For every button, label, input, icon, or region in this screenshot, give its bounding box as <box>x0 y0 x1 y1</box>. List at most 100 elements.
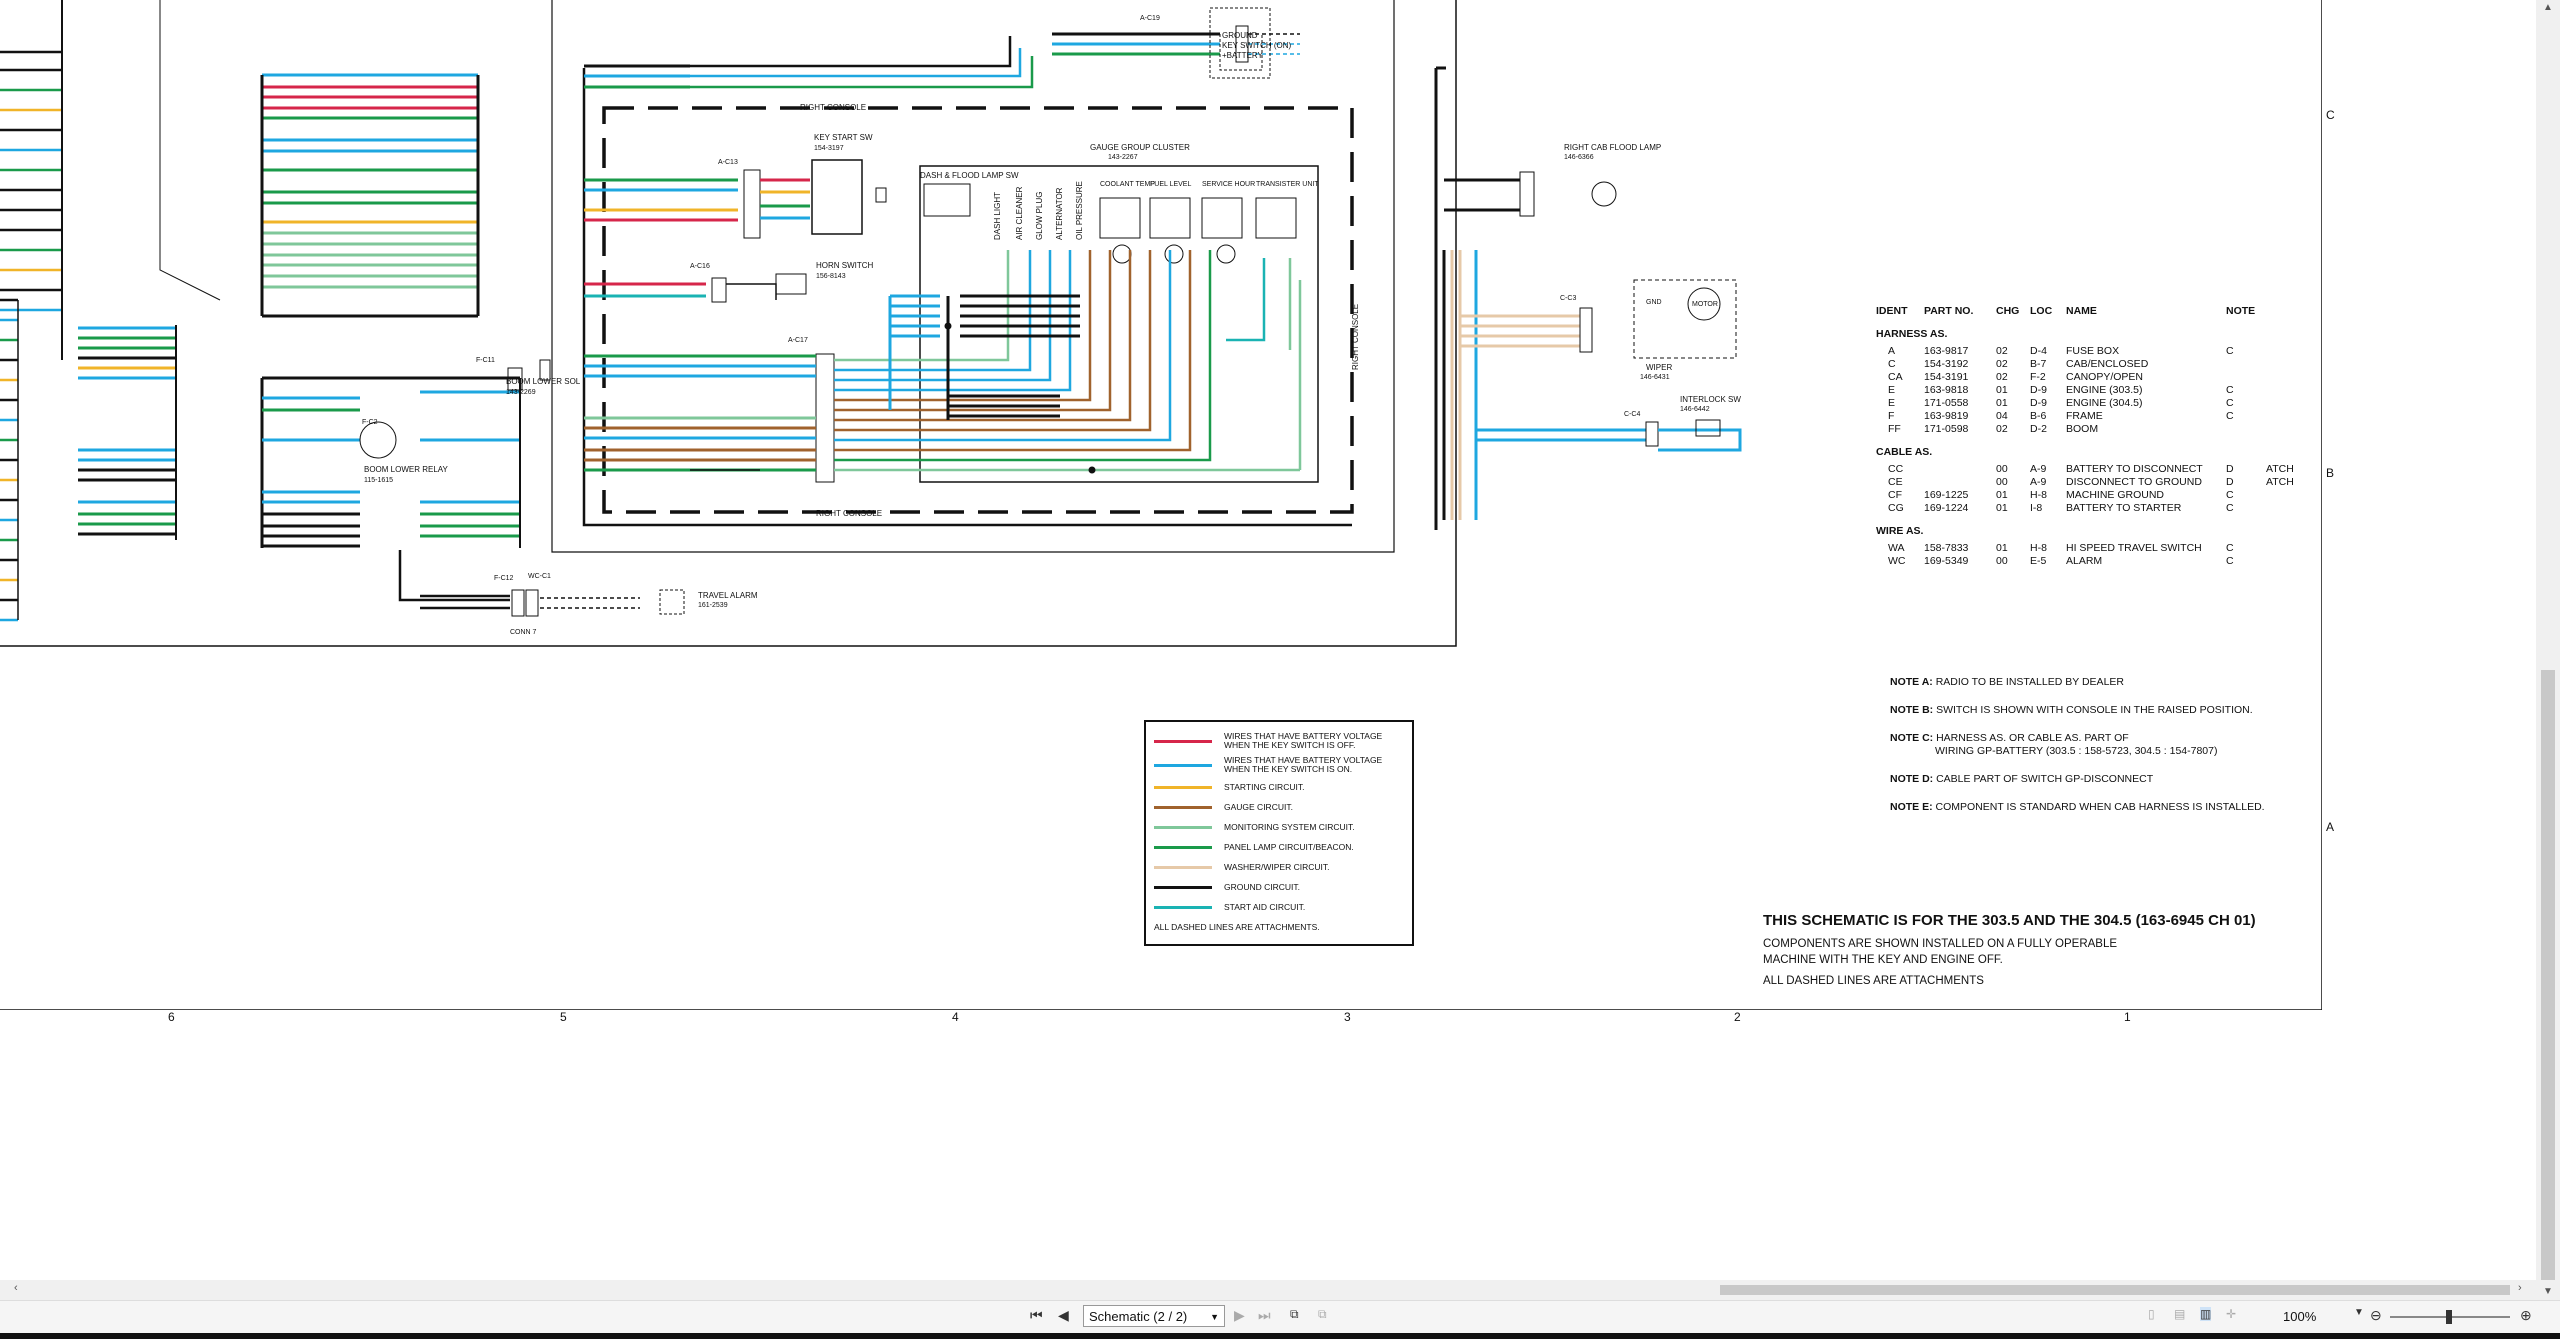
info-cell-loc: A-9 <box>2030 463 2047 475</box>
scroll-right-icon[interactable]: › <box>2518 1282 2522 1294</box>
legend-text: WIRES THAT HAVE BATTERY VOLTAGE WHEN THE … <box>1224 756 1382 774</box>
page-select-value: Schematic (2 / 2) <box>1089 1309 1188 1324</box>
right-console-label: RIGHT CONSOLE <box>800 103 866 112</box>
info-row: FF 171-0598 02 D-2 BOOM <box>1876 423 2316 436</box>
note-text: SWITCH IS SHOWN WITH CONSOLE IN THE RAIS… <box>1936 704 2253 716</box>
component-label: GROUND <box>1222 31 1258 40</box>
info-cell-loc: D-9 <box>2030 397 2047 409</box>
info-cell-note: C <box>2226 345 2234 357</box>
gauge-indicator-label: AIR CLEANER <box>1015 186 1024 240</box>
gauge-dial <box>1164 244 1184 264</box>
part-number: 161-2539 <box>698 602 728 609</box>
scroll-up-icon[interactable]: ▲ <box>2543 2 2553 13</box>
component-label: RIGHT CAB FLOOD LAMP <box>1564 143 1661 152</box>
info-cell-loc: B-7 <box>2030 358 2047 370</box>
gauge-box-label: FUEL LEVEL <box>1150 181 1191 188</box>
vertical-scroll-thumb[interactable] <box>2541 670 2555 1280</box>
column-number: 6 <box>168 1010 175 1024</box>
connector-label: A-C17 <box>788 337 808 344</box>
info-cell-chg: 02 <box>1996 371 2008 383</box>
legend-row: GAUGE CIRCUIT. <box>1154 800 1404 814</box>
zoom-level[interactable]: 100% <box>2283 1309 2316 1324</box>
note-text: RADIO TO BE INSTALLED BY DEALER <box>1935 676 2124 688</box>
f-c12-connector <box>511 589 525 617</box>
scroll-left-icon[interactable]: ‹ <box>14 1282 18 1294</box>
single-page-view-icon[interactable]: ▯ <box>2148 1307 2155 1321</box>
wire <box>690 56 1034 89</box>
info-cell-chg: 02 <box>1996 345 2008 357</box>
service-hour-dial <box>1216 244 1236 264</box>
legend-text: WIRES THAT HAVE BATTERY VOLTAGE WHEN THE … <box>1224 732 1382 750</box>
component-label: TRAVEL ALARM <box>698 591 758 600</box>
info-cell-ident: CG <box>1888 502 1904 514</box>
connector-label: F-C2 <box>362 419 378 426</box>
last-page-icon[interactable]: ⏭ <box>1258 1307 1271 1324</box>
info-row: CA 154-3191 02 F-2 CANOPY/OPEN <box>1876 371 2316 384</box>
info-cell-chg: 04 <box>1996 410 2008 422</box>
page-select[interactable]: Schematic (2 / 2) ▼ <box>1083 1305 1225 1327</box>
legend-swatch <box>1154 865 1212 869</box>
fit-page-icon[interactable]: ✛ <box>2226 1307 2236 1321</box>
zoom-slider-knob[interactable] <box>2446 1310 2452 1324</box>
zoom-dropdown-icon[interactable]: ▼ <box>2354 1307 2364 1318</box>
a-c17-connector <box>815 353 835 483</box>
two-page-view-icon[interactable]: ▥ <box>2200 1307 2212 1321</box>
info-cell-chg: 02 <box>1996 358 2008 370</box>
gauge-box <box>1099 197 1141 239</box>
info-cell-ident: CE <box>1888 476 1903 488</box>
info-cell-note: C <box>2226 489 2234 501</box>
horizontal-scroll-thumb[interactable] <box>1720 1285 2510 1295</box>
continuous-view-icon[interactable]: ▤ <box>2174 1307 2185 1321</box>
component-label: GND <box>1646 299 1662 306</box>
part-number: 143-2269 <box>506 389 536 396</box>
connector-label: CONN 7 <box>510 629 537 636</box>
zoom-in-icon[interactable]: ⊕ <box>2520 1307 2532 1324</box>
note-label: NOTE B: <box>1890 704 1934 716</box>
wire-color-legend: WIRES THAT HAVE BATTERY VOLTAGE WHEN THE … <box>1144 720 1414 946</box>
info-cell-name: HI SPEED TRAVEL SWITCH <box>2066 542 2202 554</box>
info-cell-extra: ATCH <box>2266 463 2294 475</box>
component-label: BOOM LOWER RELAY <box>364 465 449 474</box>
next-page-icon[interactable]: ▶ <box>1234 1307 1245 1324</box>
row-letter: A <box>2326 820 2335 834</box>
legend-row: PANEL LAMP CIRCUIT/BEACON. <box>1154 840 1404 854</box>
column-number: 1 <box>2124 1010 2131 1024</box>
note-text: CABLE PART OF SWITCH GP-DISCONNECT <box>1936 773 2154 785</box>
info-row: WA 158-7833 01 H-8 HI SPEED TRAVEL SWITCH C <box>1876 542 2316 555</box>
first-page-icon[interactable]: ⏮ <box>1030 1307 1043 1324</box>
zoom-slider[interactable] <box>2390 1310 2510 1324</box>
info-cell-note: C <box>2226 502 2234 514</box>
info-header-cell: NOTE <box>2226 305 2256 317</box>
legend-swatch <box>1154 785 1212 789</box>
info-header-cell: PART NO. <box>1924 305 1974 317</box>
connector-label: A-C16 <box>690 263 710 270</box>
copy-icon[interactable]: ⧉ <box>1290 1307 1299 1322</box>
component-label: +BATTERY <box>1222 51 1263 60</box>
info-cell-part: 154-3192 <box>1924 358 1969 370</box>
zoom-out-icon[interactable]: ⊖ <box>2370 1307 2382 1324</box>
components-note-line: MACHINE WITH THE KEY AND ENGINE OFF. <box>1763 954 2003 966</box>
cab-outline <box>0 0 1457 647</box>
info-cell-loc: F-2 <box>2030 371 2046 383</box>
prev-page-icon[interactable]: ◀ <box>1058 1307 1069 1324</box>
vertical-scrollbar[interactable]: ▲ ▼ <box>2536 0 2560 1300</box>
info-cell-note: D <box>2226 476 2234 488</box>
component-label: KEY SWITCH (ON) <box>1222 41 1292 50</box>
legend-text-line: PANEL LAMP CIRCUIT/BEACON. <box>1224 841 1354 852</box>
paste-icon[interactable]: ⧉ <box>1318 1307 1327 1322</box>
scroll-down-icon[interactable]: ▼ <box>2543 1286 2553 1297</box>
info-cell-note <box>2226 371 2266 384</box>
part-number: 156-8143 <box>816 273 846 280</box>
info-cell-chg: 02 <box>1996 423 2008 435</box>
wc-c1-connector <box>525 589 539 617</box>
info-cell-part: 154-3191 <box>1924 371 1969 383</box>
connector-label: F-C12 <box>494 575 514 582</box>
info-row: A 163-9817 02 D-4 FUSE BOX C <box>1876 345 2316 358</box>
horizontal-scrollbar[interactable]: ‹ › <box>0 1280 2536 1300</box>
legend-text: WASHER/WIPER CIRCUIT. <box>1224 862 1329 872</box>
legend-text: GROUND CIRCUIT. <box>1224 882 1300 892</box>
info-cell-part: 163-9818 <box>1924 384 1969 396</box>
junction-dot <box>944 322 952 330</box>
note: NOTE D: CABLE PART OF SWITCH GP-DISCONNE… <box>1890 773 2320 786</box>
info-section-title: WIRE AS. <box>1876 525 1924 537</box>
